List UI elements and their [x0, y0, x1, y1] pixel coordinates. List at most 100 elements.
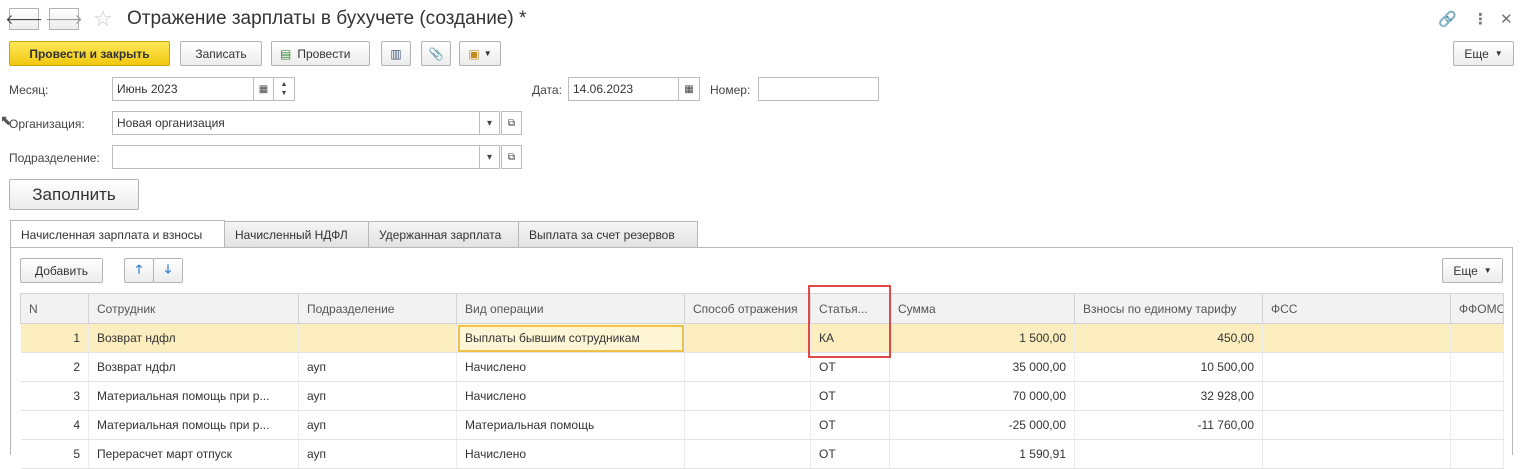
cell-operation[interactable]: Начислено: [456, 439, 685, 469]
cell-amount[interactable]: 1 590,91: [889, 439, 1075, 469]
accruals-table: N Сотрудник Подразделение Вид операции С…: [20, 293, 1504, 469]
tab-reserve-payment[interactable]: Выплата за счет резервов: [518, 221, 698, 247]
table-more-button[interactable]: Еще ▼: [1442, 258, 1503, 283]
col-header-n[interactable]: N: [20, 293, 89, 324]
post-and-close-button[interactable]: Провести и закрыть: [9, 41, 170, 66]
cell-article[interactable]: ОТ: [810, 439, 890, 469]
move-up-button[interactable]: 🡑: [124, 258, 154, 283]
cell-contributions[interactable]: [1074, 439, 1263, 469]
cell-department[interactable]: ауп: [298, 439, 457, 469]
cell-ffoms[interactable]: [1450, 439, 1504, 469]
cell-method[interactable]: [684, 381, 811, 411]
month-stepper[interactable]: ▲ ▼: [273, 77, 295, 101]
cell-operation[interactable]: Выплаты бывшим сотрудникам: [456, 323, 685, 353]
cell-employee[interactable]: Материальная помощь при р...: [88, 381, 299, 411]
dropdown-icon[interactable]: ▾: [479, 145, 500, 169]
cell-fss[interactable]: [1262, 323, 1451, 353]
cell-operation[interactable]: Начислено: [456, 352, 685, 382]
cell-fss[interactable]: [1262, 439, 1451, 469]
cell-employee[interactable]: Возврат ндфл: [88, 323, 299, 353]
cell-fss[interactable]: [1262, 381, 1451, 411]
add-row-button[interactable]: Добавить: [20, 258, 103, 283]
table-row[interactable]: 5 Перерасчет март отпуск ауп Начислено О…: [20, 439, 1504, 469]
open-icon[interactable]: ⧉: [501, 111, 522, 135]
cell-amount[interactable]: 70 000,00: [889, 381, 1075, 411]
table-row[interactable]: 2 Возврат ндфл ауп Начислено ОТ 35 000,0…: [20, 352, 1504, 382]
tab-accrued-ndfl[interactable]: Начисленный НДФЛ: [224, 221, 369, 247]
star-icon[interactable]: ☆: [93, 6, 113, 32]
date-field[interactable]: 14.06.2023: [568, 77, 679, 101]
col-header-operation[interactable]: Вид операции: [456, 293, 685, 324]
arrow-up-icon: 🡑: [135, 262, 143, 276]
cell-amount[interactable]: 35 000,00: [889, 352, 1075, 382]
cell-department[interactable]: [298, 323, 457, 353]
cell-ffoms[interactable]: [1450, 410, 1504, 440]
col-header-method[interactable]: Способ отражения: [684, 293, 811, 324]
post-button[interactable]: ▤ Провести: [271, 41, 370, 66]
cell-operation[interactable]: Начислено: [456, 381, 685, 411]
tab-accrued-salary[interactable]: Начисленная зарплата и взносы: [10, 220, 225, 248]
cell-ffoms[interactable]: [1450, 381, 1504, 411]
cell-article[interactable]: ОТ: [810, 410, 890, 440]
cell-contributions[interactable]: 10 500,00: [1074, 352, 1263, 382]
attach-button[interactable]: 📎: [421, 41, 451, 66]
cell-method[interactable]: [684, 439, 811, 469]
cell-amount[interactable]: -25 000,00: [889, 410, 1075, 440]
arrow-right-icon: 🡒: [45, 10, 83, 27]
cell-fss[interactable]: [1262, 410, 1451, 440]
cell-contributions[interactable]: -11 760,00: [1074, 410, 1263, 440]
organization-field[interactable]: Новая организация: [112, 111, 480, 135]
table-row[interactable]: 1 Возврат ндфл Выплаты бывшим сотрудника…: [20, 323, 1504, 353]
calendar-icon[interactable]: ▦: [253, 77, 274, 101]
col-header-department[interactable]: Подразделение: [298, 293, 457, 324]
col-header-fss[interactable]: ФСС: [1262, 293, 1451, 324]
number-field[interactable]: [758, 77, 879, 101]
move-down-button[interactable]: 🡓: [153, 258, 183, 283]
table-row[interactable]: 4 Материальная помощь при р... ауп Матер…: [20, 410, 1504, 440]
link-icon[interactable]: 🔗: [1438, 10, 1457, 28]
paperclip-icon: 📎: [428, 46, 444, 61]
cell-department[interactable]: ауп: [298, 352, 457, 382]
open-icon[interactable]: ⧉: [501, 145, 522, 169]
month-field[interactable]: Июнь 2023: [112, 77, 254, 101]
cell-employee[interactable]: Материальная помощь при р...: [88, 410, 299, 440]
department-field[interactable]: [112, 145, 480, 169]
cell-contributions[interactable]: 450,00: [1074, 323, 1263, 353]
fill-button[interactable]: Заполнить: [9, 179, 139, 210]
chevron-down-icon: ▼: [1483, 266, 1492, 275]
kebab-menu-icon[interactable]: ⋮: [1473, 10, 1488, 28]
cell-n: 5: [20, 439, 89, 469]
more-button[interactable]: Еще ▼: [1453, 41, 1514, 66]
window-title: Отражение зарплаты в бухучете (создание)…: [127, 8, 527, 29]
cell-method[interactable]: [684, 352, 811, 382]
cell-employee[interactable]: Возврат ндфл: [88, 352, 299, 382]
save-button[interactable]: Записать: [180, 41, 262, 66]
cell-employee[interactable]: Перерасчет март отпуск: [88, 439, 299, 469]
dropdown-icon[interactable]: ▾: [479, 111, 500, 135]
chevron-up-icon: ▲: [280, 81, 288, 88]
cell-contributions[interactable]: 32 928,00: [1074, 381, 1263, 411]
col-header-amount[interactable]: Сумма: [889, 293, 1075, 324]
forward-button[interactable]: 🡒: [45, 8, 83, 30]
tab-withheld-salary[interactable]: Удержанная зарплата: [368, 221, 519, 247]
number-label: Номер:: [710, 83, 751, 97]
col-header-employee[interactable]: Сотрудник: [88, 293, 299, 324]
create-based-button[interactable]: ▣ ▼: [459, 41, 501, 66]
report-button[interactable]: ▥: [381, 41, 411, 66]
cell-fss[interactable]: [1262, 352, 1451, 382]
cell-method[interactable]: [684, 410, 811, 440]
cell-ffoms[interactable]: [1450, 323, 1504, 353]
col-header-contributions[interactable]: Взносы по единому тарифу: [1074, 293, 1263, 324]
cell-department[interactable]: ауп: [298, 381, 457, 411]
close-icon[interactable]: ✕: [1500, 10, 1513, 28]
cell-article[interactable]: ОТ: [810, 381, 890, 411]
cell-ffoms[interactable]: [1450, 352, 1504, 382]
calendar-icon[interactable]: ▦: [678, 77, 700, 101]
cell-operation[interactable]: Материальная помощь: [456, 410, 685, 440]
table-row[interactable]: 3 Материальная помощь при р... ауп Начис…: [20, 381, 1504, 411]
col-header-ffoms[interactable]: ФФОМС: [1450, 293, 1504, 324]
cell-method[interactable]: [684, 323, 811, 353]
cell-amount[interactable]: 1 500,00: [889, 323, 1075, 353]
back-button[interactable]: 🡐: [5, 8, 43, 30]
cell-department[interactable]: ауп: [298, 410, 457, 440]
